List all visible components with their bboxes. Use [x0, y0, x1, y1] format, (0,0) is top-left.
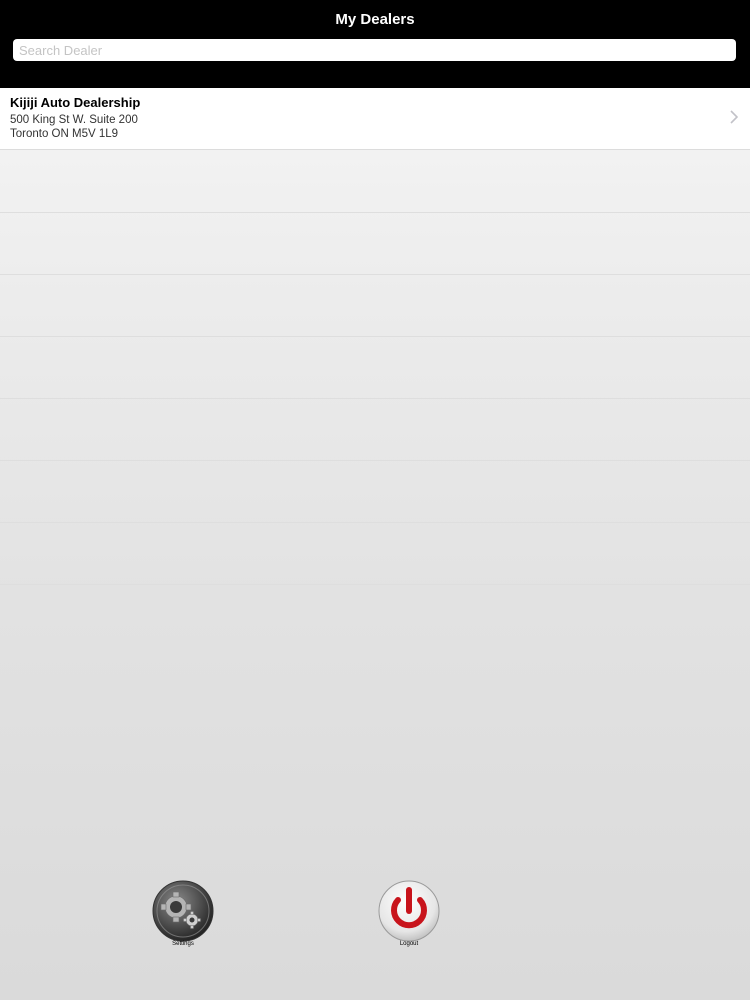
power-icon: [378, 880, 440, 942]
dealer-address-line2: Toronto ON M5V 1L9: [10, 128, 119, 140]
empty-row-divider: [0, 274, 750, 275]
dealer-name: Kijiji Auto Dealership: [10, 95, 141, 110]
empty-row-divider: [0, 584, 750, 585]
settings-button[interactable]: Settings: [152, 880, 214, 952]
gear-icon: [152, 880, 214, 942]
settings-label: Settings: [172, 941, 194, 947]
search-input[interactable]: [13, 39, 736, 61]
logout-label: Logout: [399, 941, 419, 947]
empty-row-divider: [0, 336, 750, 337]
empty-row-divider: [0, 460, 750, 461]
logout-button[interactable]: Logout: [378, 880, 440, 952]
empty-row-divider: [0, 212, 750, 213]
navigation-bar: My Dealers: [0, 0, 750, 88]
empty-row-divider: [0, 522, 750, 523]
dealer-list-item[interactable]: Kijiji Auto Dealership 500 King St W. Su…: [0, 88, 750, 150]
empty-row-divider: [0, 398, 750, 399]
chevron-right-icon: [730, 110, 738, 124]
dealer-address-line1: 500 King St W. Suite 200: [10, 114, 138, 126]
page-title: My Dealers: [335, 11, 415, 28]
